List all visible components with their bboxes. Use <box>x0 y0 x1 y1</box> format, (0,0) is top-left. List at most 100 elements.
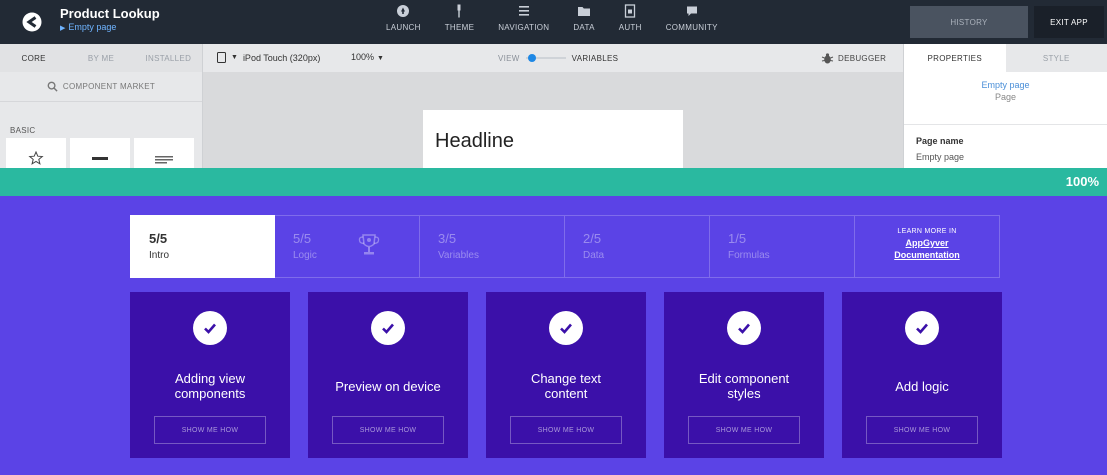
step-name: Logic <box>293 250 317 261</box>
task-title-line1: Edit component <box>698 371 790 386</box>
show-me-how-button[interactable]: SHOW ME HOW <box>688 416 800 444</box>
app-title: Product Lookup <box>60 6 160 21</box>
task-title-line1: Preview on device <box>335 378 441 394</box>
nav-auth-label: AUTH <box>618 23 642 32</box>
component-tabs: CORE BY ME INSTALLED <box>0 44 202 72</box>
step-intro[interactable]: 5/5 Intro <box>130 215 275 278</box>
task-card: Change text content SHOW ME HOW <box>486 292 646 458</box>
selected-element: Empty page Page <box>904 80 1107 102</box>
section-label-basic: BASIC <box>10 126 36 135</box>
trophy-icon <box>358 234 380 255</box>
task-title-line2: components <box>174 386 246 401</box>
headline-component[interactable]: Headline <box>435 130 514 153</box>
design-canvas[interactable]: Headline <box>203 72 903 168</box>
caret-down-icon: ▼ <box>231 54 238 61</box>
step-variables[interactable]: 3/5 Variables <box>420 215 565 278</box>
page-name-field[interactable]: Empty page <box>916 152 964 162</box>
task-title-line1: Change text <box>530 371 602 386</box>
folder-icon <box>578 7 591 16</box>
documentation-link[interactable]: AppGyver Documentation <box>855 237 999 261</box>
tutorial-progress-bar: 100% <box>0 168 1107 196</box>
show-me-how-button[interactable]: SHOW ME HOW <box>866 416 978 444</box>
tutorial-panel: 5/5 Intro 5/5 Logic 3/5 Variables 2/5 Da… <box>0 196 1107 475</box>
caret-down-icon: ▼ <box>377 55 384 62</box>
tab-core[interactable]: CORE <box>0 44 67 72</box>
chat-icon <box>686 6 697 16</box>
step-logic[interactable]: 5/5 Logic <box>275 215 420 278</box>
exit-app-button[interactable]: EXIT APP <box>1034 6 1104 38</box>
properties-tabs: PROPERTIES STYLE <box>904 44 1107 72</box>
history-button[interactable]: HISTORY <box>910 6 1028 38</box>
step-count: 5/5 <box>149 231 168 246</box>
nav-community[interactable]: COMMUNITY <box>654 4 730 32</box>
show-me-how-button[interactable]: SHOW ME HOW <box>332 416 444 444</box>
zoom-selector[interactable]: 100% ▼ <box>351 52 384 62</box>
tutorial-steps: 5/5 Intro 5/5 Logic 3/5 Variables 2/5 Da… <box>130 215 1000 278</box>
caret-right-icon: ▶ <box>60 25 66 32</box>
task-title-line2: content <box>544 386 588 401</box>
search-icon <box>47 81 58 92</box>
page-selector[interactable]: ▶ Empty page <box>60 22 116 32</box>
step-formulas[interactable]: 1/5 Formulas <box>710 215 855 278</box>
component-market-label: COMPONENT MARKET <box>62 82 156 91</box>
tab-properties[interactable]: PROPERTIES <box>904 44 1006 72</box>
progress-percent: 100% <box>1065 174 1099 189</box>
documentation-link-line2: Documentation <box>894 250 960 260</box>
nav-community-label: COMMUNITY <box>665 23 718 32</box>
learn-more-label: LEARN MORE IN <box>897 228 957 235</box>
properties-panel: PROPERTIES STYLE Empty page Page Page na… <box>903 44 1107 168</box>
step-count: 5/5 <box>293 231 312 246</box>
nav-launch-label: LAUNCH <box>386 23 421 32</box>
view-variables-toggle[interactable]: VIEW VARIABLES <box>498 53 618 63</box>
toggle-knob <box>527 54 536 62</box>
documentation-link-line1: AppGyver <box>905 238 949 248</box>
step-count: 2/5 <box>583 231 602 246</box>
completed-check-icon <box>549 311 583 345</box>
tab-style[interactable]: STYLE <box>1005 44 1107 72</box>
nav-data[interactable]: DATA <box>561 4 606 32</box>
nav-auth[interactable]: AUTH <box>607 4 654 32</box>
view-label: VIEW <box>498 53 520 63</box>
debugger-button[interactable]: DEBUGGER <box>821 52 886 65</box>
nav-navigation[interactable]: NAVIGATION <box>486 4 561 32</box>
toggle-switch[interactable] <box>525 53 566 63</box>
component-tile[interactable] <box>134 138 194 168</box>
step-name: Variables <box>438 250 479 261</box>
completed-check-icon <box>727 311 761 345</box>
step-name: Formulas <box>728 250 770 261</box>
divider <box>904 124 1107 125</box>
device-selector[interactable]: ▼ iPod Touch (320px) <box>217 52 320 63</box>
component-tile[interactable] <box>70 138 130 168</box>
selected-element-name[interactable]: Empty page <box>904 80 1107 90</box>
selected-element-type: Page <box>994 92 1017 102</box>
task-title-line1: Adding view <box>174 371 246 386</box>
app-logo-icon[interactable] <box>22 12 42 32</box>
show-me-how-button[interactable]: SHOW ME HOW <box>510 416 622 444</box>
variables-label: VARIABLES <box>571 53 619 63</box>
tab-installed[interactable]: INSTALLED <box>135 44 202 72</box>
show-me-how-button[interactable]: SHOW ME HOW <box>154 416 266 444</box>
brush-icon <box>457 4 461 18</box>
task-card: Add logic SHOW ME HOW <box>842 292 1002 458</box>
debugger-label: DEBUGGER <box>838 54 887 63</box>
top-bar: Product Lookup ▶ Empty page LAUNCH THEME … <box>0 0 1107 44</box>
tab-by-me[interactable]: BY ME <box>67 44 134 72</box>
component-tile[interactable] <box>6 138 66 168</box>
task-title: Edit component styles <box>689 366 799 406</box>
nav-data-label: DATA <box>573 23 595 32</box>
zoom-label: 100% <box>351 52 375 62</box>
phone-preview[interactable]: Headline <box>423 110 683 168</box>
nav-theme[interactable]: THEME <box>433 4 487 32</box>
step-count: 3/5 <box>438 231 457 246</box>
step-data[interactable]: 2/5 Data <box>565 215 710 278</box>
nav-launch[interactable]: LAUNCH <box>374 4 433 32</box>
paragraph-component-icon <box>155 156 173 164</box>
star-icon <box>28 151 44 165</box>
lock-icon <box>625 4 636 18</box>
tutorial-cards: Adding view components SHOW ME HOW Previe… <box>130 292 1002 458</box>
task-title: Add logic <box>885 366 958 406</box>
main-nav: LAUNCH THEME NAVIGATION DATA AUTH COMMUN… <box>374 4 730 32</box>
nav-theme-label: THEME <box>444 23 475 32</box>
completed-check-icon <box>193 311 227 345</box>
component-market-button[interactable]: COMPONENT MARKET <box>0 72 202 102</box>
